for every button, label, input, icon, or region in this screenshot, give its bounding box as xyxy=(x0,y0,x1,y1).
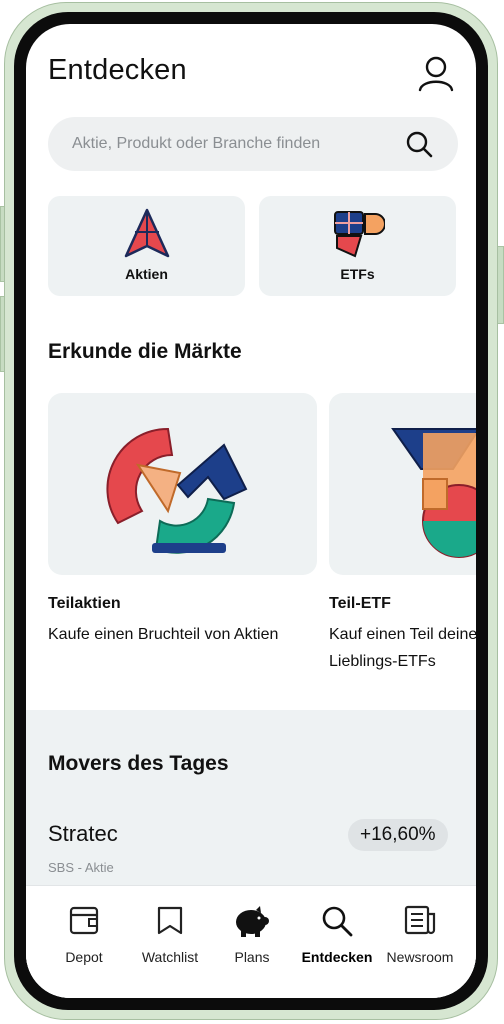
tab-label: Newsroom xyxy=(386,949,454,965)
tab-label: Entdecken xyxy=(301,949,373,965)
category-card-etfs[interactable]: ETFs xyxy=(259,196,456,296)
etfs-icon xyxy=(333,211,385,258)
side-button-right xyxy=(497,246,504,324)
teil-etf-illustration xyxy=(391,428,476,558)
teilaktien-illustration xyxy=(106,427,248,554)
tab-label: Plans xyxy=(234,949,270,965)
search-placeholder: Aktie, Produkt oder Branche finden xyxy=(72,135,321,152)
search-icon xyxy=(322,906,353,937)
bookmark-icon xyxy=(157,906,183,935)
section-heading-movers: Movers des Tages xyxy=(48,752,229,775)
phone-bezel: Entdecken Aktie, Produkt oder Branche fi… xyxy=(14,12,488,1010)
app-screen: Entdecken Aktie, Produkt oder Branche fi… xyxy=(26,24,476,998)
market-card-title: Teil-ETF xyxy=(329,595,391,612)
tab-label: Depot xyxy=(65,949,103,965)
tab-newsroom[interactable]: Newsroom xyxy=(374,886,466,976)
market-card-description: Kaufe einen Bruchteil von Aktien xyxy=(48,626,279,643)
mover-subtitle: SBS - Aktie xyxy=(48,860,114,875)
market-card-teil-etf[interactable] xyxy=(329,393,476,575)
section-heading-markets: Erkunde die Märkte xyxy=(48,340,242,363)
category-label: ETFs xyxy=(340,266,375,282)
search-icon xyxy=(406,131,433,158)
tab-label: Watchlist xyxy=(141,949,199,965)
category-label: Aktien xyxy=(125,266,168,282)
phone-frame: Entdecken Aktie, Produkt oder Branche fi… xyxy=(4,2,498,1020)
wallet-icon xyxy=(69,906,99,935)
tab-entdecken[interactable]: Entdecken xyxy=(291,886,383,976)
market-card-description: Kauf einen Teil deiner Lieblings-ETFs xyxy=(329,626,476,670)
aktien-icon xyxy=(124,208,169,258)
tab-plans[interactable]: Plans xyxy=(206,886,298,976)
bottom-tab-bar: Depot Watchlist Plans Entdecken Newsroom xyxy=(26,885,476,998)
market-card-title: Teilaktien xyxy=(48,595,121,612)
page-title: Entdecken xyxy=(48,54,187,86)
person-icon xyxy=(418,56,454,92)
piggy-bank-icon xyxy=(236,906,269,937)
mover-name[interactable]: Stratec xyxy=(48,821,118,847)
profile-button[interactable] xyxy=(417,54,455,92)
tab-depot[interactable]: Depot xyxy=(38,886,130,976)
tab-watchlist[interactable]: Watchlist xyxy=(124,886,216,976)
mover-change-badge: +16,60% xyxy=(348,819,448,851)
category-card-aktien[interactable]: Aktien xyxy=(48,196,245,296)
market-card-teilaktien[interactable] xyxy=(48,393,317,575)
search-bar[interactable]: Aktie, Produkt oder Branche finden xyxy=(48,117,458,171)
newspaper-icon xyxy=(404,905,436,935)
